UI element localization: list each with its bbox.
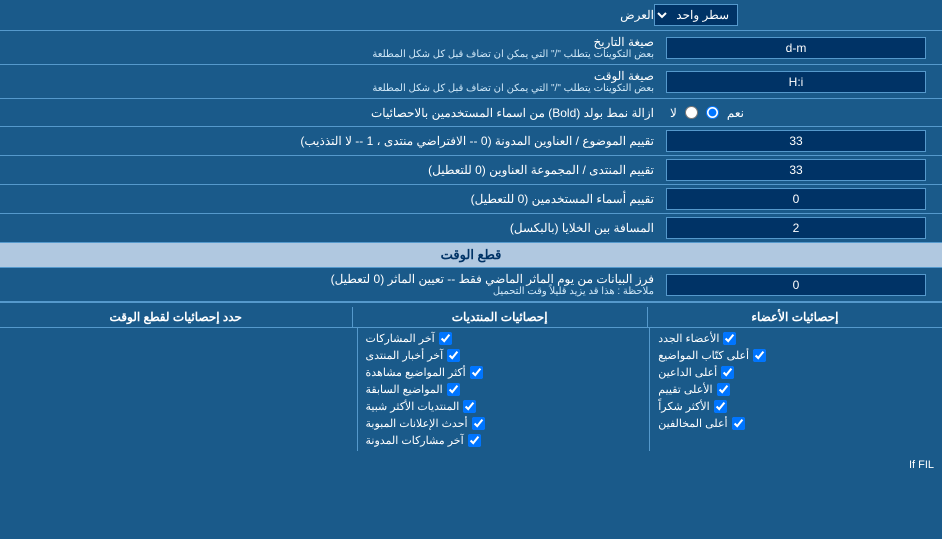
cb-most-thanks[interactable] (714, 400, 727, 413)
cb-ads[interactable] (472, 417, 485, 430)
display-label: العرض (8, 8, 654, 22)
checkbox-limit-header: حدد إحصائيات لقطع الوقت (0, 307, 353, 327)
forum-sort-label: تقييم المنتدى / المجموعة العناوين (0 للت… (0, 159, 662, 181)
forums-checkbox-col: آخر المشاركات آخر أخبار المنتدى أكثر الم… (358, 328, 651, 451)
cb-new-members-item: الأعضاء الجدد (654, 330, 938, 347)
cb-top-visitors-item: أعلى المخالفين (654, 415, 938, 432)
cell-spacing-input[interactable] (666, 217, 926, 239)
bold-remove-label: ازالة نمط بولد (Bold) من اسماء المستخدمي… (0, 102, 662, 124)
topic-sort-label: تقييم الموضوع / العناوين المدونة (0 -- ا… (0, 130, 662, 152)
bold-remove-radio-wrap: لا نعم (662, 103, 942, 123)
cb-top-posters-item: أعلى كتّاب المواضيع (654, 347, 938, 364)
time-format-label: صيغة الوقت بعض التكوينات يتطلب "/" التي … (0, 65, 662, 98)
date-format-label: صيغة التاريخ بعض التكوينات يتطلب "/" الت… (0, 31, 662, 64)
radio-no-label: لا (670, 106, 677, 120)
cb-top-invited[interactable] (721, 366, 734, 379)
topic-sort-input-wrap (662, 127, 942, 155)
time-format-input-wrap (662, 68, 942, 96)
topic-sort-row: تقييم الموضوع / العناوين المدونة (0 -- ا… (0, 127, 942, 156)
cb-shares[interactable] (439, 332, 452, 345)
cb-forum-news-item: آخر أخبار المنتدى (362, 347, 646, 364)
cb-most-viewed[interactable] (470, 366, 483, 379)
limit-col (0, 328, 358, 451)
display-row: العرض سطر واحد سطرين ثلاثة أسطر (0, 0, 942, 31)
footer-text: If FIL (0, 455, 942, 475)
cb-shares-item: آخر المشاركات (362, 330, 646, 347)
realtime-filter-label: فرز البيانات من يوم الماثر الماضي فقط --… (0, 268, 662, 301)
main-container: العرض سطر واحد سطرين ثلاثة أسطر صيغة الت… (0, 0, 942, 475)
checkbox-forums-header: إحصائيات المنتديات (353, 307, 648, 327)
cb-most-thanks-item: الأكثر شكراً (654, 398, 938, 415)
cb-most-viewed-item: أكثر المواضيع مشاهدة (362, 364, 646, 381)
checkbox-header-row: حدد إحصائيات لقطع الوقت إحصائيات المنتدي… (0, 307, 942, 328)
realtime-section-header: قطع الوقت (0, 243, 942, 268)
cb-top-rated[interactable] (717, 383, 730, 396)
cb-ads-item: أحدث الإعلانات المبوبة (362, 415, 646, 432)
user-sort-row: تقييم أسماء المستخدمين (0 للتعطيل) (0, 185, 942, 214)
cell-spacing-label: المسافة بين الخلايا (بالبكسل) (0, 217, 662, 239)
bold-no-radio[interactable] (685, 106, 698, 119)
cb-old-topics-item: المواضيع السابقة (362, 381, 646, 398)
date-format-input-wrap (662, 34, 942, 62)
checkbox-rows: آخر المشاركات آخر أخبار المنتدى أكثر الم… (0, 328, 942, 451)
members-checkbox-col: الأعضاء الجدد أعلى كتّاب المواضيع أعلى ا… (650, 328, 942, 451)
bold-yes-radio[interactable] (706, 106, 719, 119)
forum-sort-row: تقييم المنتدى / المجموعة العناوين (0 للت… (0, 156, 942, 185)
bold-radio-group: لا نعم (666, 106, 748, 120)
realtime-filter-input[interactable] (666, 274, 926, 296)
bold-remove-row: ازالة نمط بولد (Bold) من اسماء المستخدمي… (0, 99, 942, 127)
realtime-filter-row: فرز البيانات من يوم الماثر الماضي فقط --… (0, 268, 942, 302)
cb-top-rated-item: الأعلى تقييم (654, 381, 938, 398)
time-format-input[interactable] (666, 71, 926, 93)
cb-similar[interactable] (463, 400, 476, 413)
cb-noted-posts-item: آخر مشاركات المدونة (362, 432, 646, 449)
topic-sort-input[interactable] (666, 130, 926, 152)
cell-spacing-row: المسافة بين الخلايا (بالبكسل) (0, 214, 942, 243)
radio-yes-label: نعم (727, 106, 744, 120)
user-sort-input-wrap (662, 185, 942, 213)
cb-old-topics[interactable] (447, 383, 460, 396)
cb-new-members[interactable] (723, 332, 736, 345)
time-format-row: صيغة الوقت بعض التكوينات يتطلب "/" التي … (0, 65, 942, 99)
forum-sort-input[interactable] (666, 159, 926, 181)
cb-forum-news[interactable] (447, 349, 460, 362)
forum-sort-input-wrap (662, 156, 942, 184)
checkbox-section: حدد إحصائيات لقطع الوقت إحصائيات المنتدي… (0, 302, 942, 455)
cb-similar-item: المنتديات الأكثر شبية (362, 398, 646, 415)
checkbox-members-header: إحصائيات الأعضاء (648, 307, 942, 327)
display-select-wrap: سطر واحد سطرين ثلاثة أسطر (654, 4, 934, 26)
cb-noted-posts[interactable] (468, 434, 481, 447)
cb-top-posters[interactable] (753, 349, 766, 362)
user-sort-input[interactable] (666, 188, 926, 210)
date-format-input[interactable] (666, 37, 926, 59)
display-select[interactable]: سطر واحد سطرين ثلاثة أسطر (654, 4, 738, 26)
user-sort-label: تقييم أسماء المستخدمين (0 للتعطيل) (0, 188, 662, 210)
cell-spacing-input-wrap (662, 214, 942, 242)
cb-top-invited-item: أعلى الداعين (654, 364, 938, 381)
realtime-filter-input-wrap (662, 271, 942, 299)
cb-top-visitors[interactable] (732, 417, 745, 430)
date-format-row: صيغة التاريخ بعض التكوينات يتطلب "/" الت… (0, 31, 942, 65)
